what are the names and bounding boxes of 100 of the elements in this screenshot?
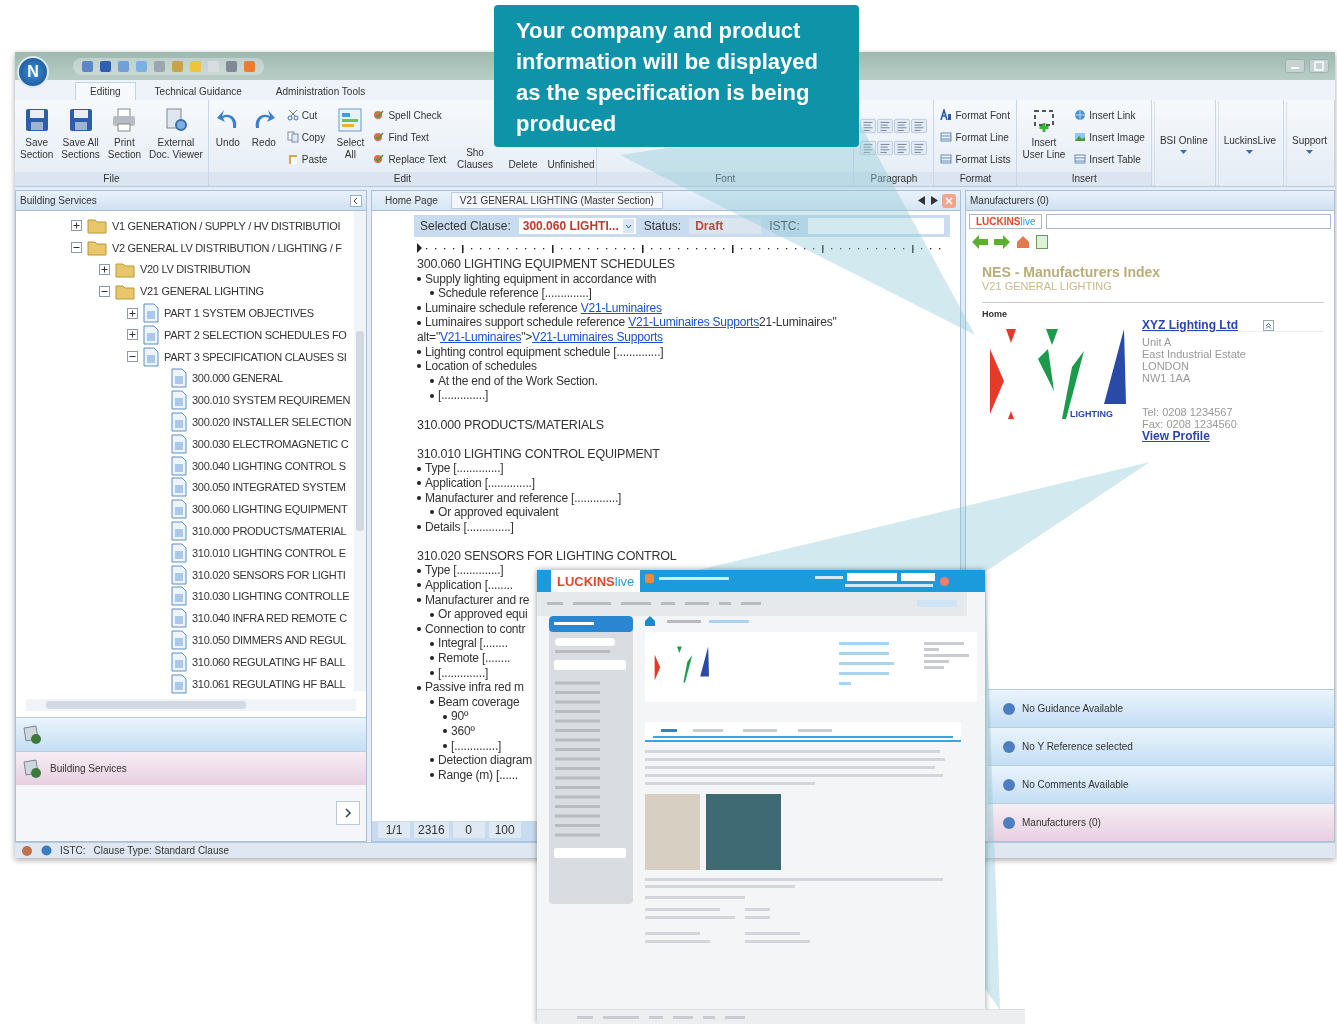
toolbar-icon[interactable]: [225, 59, 238, 73]
ribbon-button[interactable]: Print Section: [104, 102, 145, 172]
tree-item[interactable]: 310.030 LIGHTING CONTROLLE: [192, 590, 350, 603]
ribbon-button[interactable]: Sho Clauses: [452, 147, 499, 172]
dropdown-button[interactable]: BSI Online: [1153, 102, 1213, 186]
nav-pane-button[interactable]: Building Services: [16, 751, 366, 785]
paragraph-align-icon[interactable]: [860, 118, 877, 134]
tree-item[interactable]: PART 1 SYSTEM OBJECTIVES: [164, 307, 314, 320]
istc-field[interactable]: [807, 218, 944, 234]
forward-arrow-icon[interactable]: [994, 235, 1010, 249]
pane-button[interactable]: No Y Reference selected: [988, 727, 1334, 765]
tree-item[interactable]: 300.050 INTEGRATED SYSTEM: [192, 481, 346, 494]
ribbon-button[interactable]: Format Lists: [938, 152, 1013, 166]
tree-item[interactable]: 310.020 SENSORS FOR LIGHTI: [192, 568, 346, 581]
home-icon[interactable]: [1016, 235, 1030, 249]
ribbon-button[interactable]: Format Font: [938, 108, 1013, 122]
tree-item[interactable]: 310.060 REGULATING HF BALL: [192, 655, 346, 668]
toolbar-icon[interactable]: [117, 59, 130, 73]
tree-item[interactable]: 300.060 LIGHTING EQUIPMENT: [192, 503, 348, 516]
maximize-icon[interactable]: [1309, 59, 1329, 73]
ribbon-button[interactable]: Copy: [284, 130, 330, 144]
nav-pane-button[interactable]: [16, 717, 366, 751]
toolbar-icon[interactable]: [99, 59, 112, 73]
link[interactable]: V21-Luminaires Supports: [628, 315, 759, 330]
tree-item[interactable]: 310.040 INFRA RED REMOTE C: [192, 612, 347, 625]
ribbon-button[interactable]: External Doc. Viewer: [146, 102, 206, 172]
tree-item[interactable]: 310.010 LIGHTING CONTROL E: [192, 546, 346, 559]
paragraph-align-icon[interactable]: [877, 118, 894, 134]
ribbon-button[interactable]: Save All Sections: [58, 102, 103, 172]
tree-item[interactable]: 310.050 DIMMERS AND REGUL: [192, 634, 346, 647]
paragraph-align-icon[interactable]: [911, 140, 928, 156]
ribbon-button[interactable]: Find Text: [371, 130, 449, 144]
dropdown-button[interactable]: Support: [1285, 102, 1332, 186]
tree-item[interactable]: 300.010 SYSTEM REQUIREMEN: [192, 394, 351, 407]
collapse-up-icon[interactable]: [1263, 319, 1274, 331]
scrollbar[interactable]: [26, 699, 356, 711]
tree-item[interactable]: 310.061 REGULATING HF BALL: [192, 677, 346, 690]
paragraph-align-icon[interactable]: [911, 118, 928, 134]
toolbar-icon[interactable]: [81, 59, 94, 73]
pane-button[interactable]: No Guidance Available: [988, 689, 1334, 727]
ribbon-button[interactable]: Insert Image: [1072, 130, 1147, 144]
ribbon-button[interactable]: Format Line: [938, 130, 1013, 144]
ribbon-button[interactable]: Undo: [210, 102, 245, 172]
paragraph-align-icon[interactable]: [894, 140, 911, 156]
ribbon-tab[interactable]: Administration Tools: [260, 82, 381, 100]
link[interactable]: V21-Luminaires: [439, 329, 522, 344]
ribbon-button[interactable]: Insert Link: [1072, 108, 1147, 122]
expand-toggle-icon[interactable]: [127, 329, 138, 341]
clause-dropdown[interactable]: 300.060 LIGHTI...: [518, 218, 636, 234]
ribbon-button[interactable]: Delete: [500, 159, 547, 172]
tree-item[interactable]: 300.000 GENERAL: [192, 372, 283, 385]
tree-item[interactable]: PART 2 SELECTION SCHEDULES FO: [164, 328, 347, 341]
scrollbar[interactable]: [354, 211, 366, 691]
expand-toggle-icon[interactable]: [127, 307, 138, 319]
document-tab[interactable]: V21 GENERAL LIGHTING (Master Section): [450, 192, 663, 209]
address-field[interactable]: [1046, 214, 1331, 229]
page-icon[interactable]: [1036, 235, 1048, 249]
back-arrow-icon[interactable]: [972, 235, 988, 249]
ribbon-button[interactable]: Save Section: [17, 102, 57, 172]
ribbon-button[interactable]: Spell Check: [371, 108, 449, 122]
chevron-right-icon[interactable]: [336, 801, 360, 825]
ribbon-button[interactable]: Redo: [246, 102, 281, 172]
pane-button[interactable]: No Comments Available: [988, 765, 1334, 803]
pane-button[interactable]: Manufacturers (0): [988, 803, 1334, 841]
tree-item[interactable]: V20 LV DISTRIBUTION: [140, 263, 251, 276]
tree-item[interactable]: 300.030 ELECTROMAGNETIC C: [192, 437, 349, 450]
ribbon-tab[interactable]: Editing: [75, 82, 136, 100]
link[interactable]: V21-Luminaires Supports: [532, 329, 663, 344]
document-tab[interactable]: Home Page: [376, 192, 447, 209]
ribbon-button[interactable]: Paste: [284, 152, 330, 166]
luckinslive-logo[interactable]: LUCKINSlive: [969, 214, 1043, 229]
tree-item[interactable]: V21 GENERAL LIGHTING: [140, 285, 264, 298]
tree-item[interactable]: PART 3 SPECIFICATION CLAUSES SI: [164, 350, 347, 363]
ribbon-button[interactable]: Select All: [333, 102, 368, 172]
paragraph-align-icon[interactable]: [860, 140, 877, 156]
paragraph-align-icon[interactable]: [894, 118, 911, 134]
website-logo[interactable]: LUCKINSlive: [551, 570, 641, 592]
expand-toggle-icon[interactable]: [71, 220, 82, 232]
collapse-toggle-icon[interactable]: [99, 285, 110, 297]
link[interactable]: V21-Luminaires: [580, 300, 662, 315]
ribbon-button[interactable]: Cut: [284, 108, 330, 122]
tree-item[interactable]: V1 GENERATION / SUPPLY / HV DISTRIBUTIOI: [112, 219, 341, 232]
tree-item[interactable]: V2 GENERAL LV DISTRIBUTION / LIGHTING / F: [112, 241, 342, 254]
tree-item[interactable]: 310.000 PRODUCTS/MATERIAL: [192, 525, 347, 538]
collapse-icon[interactable]: [350, 194, 362, 207]
ribbon-tab[interactable]: Technical Guidance: [139, 82, 257, 100]
app-menu-button[interactable]: N: [17, 56, 49, 88]
collapse-toggle-icon[interactable]: [127, 351, 138, 363]
minimize-icon[interactable]: [1285, 59, 1305, 73]
arrow-right-icon[interactable]: [930, 196, 938, 205]
tree-item[interactable]: 300.020 INSTALLER SELECTION: [192, 416, 352, 429]
arrow-left-icon[interactable]: [918, 196, 926, 205]
ribbon-button[interactable]: Insert User Line: [1019, 102, 1069, 172]
ribbon-button[interactable]: Replace Text: [371, 152, 449, 166]
tree-item[interactable]: 300.040 LIGHTING CONTROL S: [192, 459, 346, 472]
dropdown-button[interactable]: LuckinsLive: [1217, 102, 1281, 186]
expand-toggle-icon[interactable]: [99, 264, 110, 275]
view-profile-link[interactable]: View Profile: [1142, 429, 1210, 443]
ribbon-button[interactable]: Insert Table: [1072, 152, 1147, 166]
paragraph-align-icon[interactable]: [877, 140, 894, 156]
